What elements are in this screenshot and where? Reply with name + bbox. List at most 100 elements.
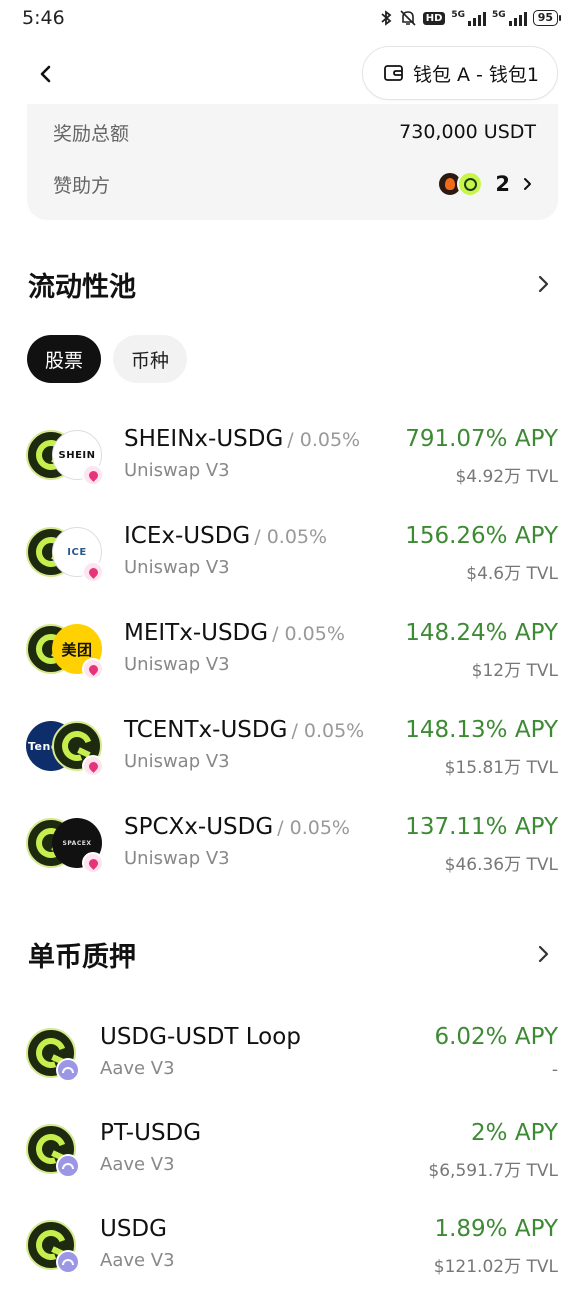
- pool-fee: / 0.05%: [272, 623, 345, 645]
- chevron-right-icon[interactable]: [532, 273, 554, 295]
- sponsor-summary[interactable]: 2: [437, 171, 536, 197]
- pool-row[interactable]: SHEIN SHEINx-USDG/ 0.05% Uniswap V3 791.…: [26, 426, 558, 498]
- stake-apy: 6.02% APY: [434, 1024, 558, 1050]
- stake-protocol: Aave V3: [100, 1250, 175, 1271]
- uniswap-badge-icon: [82, 755, 104, 777]
- pool-fee: / 0.05%: [277, 817, 350, 839]
- tab-stocks[interactable]: 股票: [27, 335, 102, 383]
- pool-row[interactable]: SPACEX SPCXx-USDG/ 0.05% Uniswap V3 137.…: [26, 814, 558, 886]
- sponsor-label: 赞助方: [53, 174, 111, 197]
- hd-badge: HD: [422, 11, 446, 25]
- reward-total-value: 730,000 USDT: [399, 121, 536, 143]
- section-title: 单币质押: [28, 941, 136, 973]
- liquidity-section-header[interactable]: 流动性池: [28, 262, 554, 306]
- pool-protocol: Uniswap V3: [124, 460, 230, 481]
- pool-apy: 148.13% APY: [405, 717, 558, 743]
- uniswap-badge-icon: [82, 464, 104, 486]
- pair-icons: 美团: [26, 624, 106, 682]
- pool-protocol: Uniswap V3: [124, 751, 230, 772]
- pool-tvl: $15.81万 TVL: [444, 758, 558, 778]
- pool-apy: 791.07% APY: [405, 426, 558, 452]
- pool-apy: 137.11% APY: [405, 814, 558, 840]
- mute-bell-icon: [400, 10, 416, 26]
- pool-name: SPCXx-USDG/ 0.05%: [124, 814, 350, 840]
- wallet-selector-button[interactable]: 钱包 A - 钱包1: [361, 46, 558, 100]
- section-title: 流动性池: [28, 271, 136, 303]
- aave-badge-icon: [56, 1058, 80, 1082]
- stake-row[interactable]: PT-USDG Aave V3 2% APY $6,591.7万 TVL: [26, 1120, 558, 1192]
- pair-icons: SHEIN: [26, 430, 106, 488]
- pool-tvl: $4.92万 TVL: [455, 467, 558, 487]
- pool-fee: / 0.05%: [254, 526, 328, 548]
- tab-coins[interactable]: 币种: [113, 335, 188, 383]
- stake-name: PT-USDG: [100, 1120, 202, 1146]
- stake-tvl: $121.02万 TVL: [433, 1257, 558, 1277]
- status-bar: 5:46 HD 5G 5G 95: [0, 0, 576, 36]
- pool-pair: SHEINx-USDG: [124, 426, 284, 452]
- pool-apy: 148.24% APY: [405, 620, 558, 646]
- pool-pair: ICEx-USDG: [124, 523, 251, 549]
- wallet-label: 钱包 A - 钱包1: [412, 63, 539, 86]
- battery-icon: 95: [532, 10, 562, 26]
- status-time: 5:46: [22, 7, 65, 29]
- stake-row[interactable]: USDG Aave V3 1.89% APY $121.02万 TVL: [26, 1216, 558, 1288]
- stake-name: USDG-USDT Loop: [100, 1024, 301, 1050]
- sponsor-avatars: [437, 171, 484, 197]
- aave-badge-icon: [56, 1250, 80, 1274]
- uniswap-badge-icon: [82, 561, 104, 583]
- chevron-right-icon: [524, 178, 531, 190]
- pair-icons: Tenc: [26, 721, 106, 779]
- stake-row[interactable]: USDG-USDT Loop Aave V3 6.02% APY -: [26, 1024, 558, 1096]
- signal-icon: 5G: [451, 10, 487, 26]
- pool-fee: / 0.05%: [291, 720, 365, 742]
- stake-tvl: -: [551, 1060, 558, 1080]
- pool-name: MEITx-USDG/ 0.05%: [124, 620, 345, 646]
- sponsor-avatar: [457, 171, 484, 197]
- pair-icons: SPACEX: [26, 818, 106, 876]
- bluetooth-icon: [381, 10, 392, 26]
- staking-section-header[interactable]: 单币质押: [28, 932, 554, 976]
- stake-protocol: Aave V3: [100, 1058, 175, 1079]
- stake-apy: 1.89% APY: [434, 1216, 558, 1242]
- stake-tvl: $6,591.7万 TVL: [428, 1161, 558, 1181]
- pool-pair: SPCXx-USDG: [124, 814, 274, 840]
- pool-pair: MEITx-USDG: [124, 620, 269, 646]
- pair-icons: ICE: [26, 527, 106, 585]
- wallet-icon: [384, 65, 403, 81]
- pool-protocol: Uniswap V3: [124, 848, 230, 869]
- signal-icon-2: 5G: [492, 10, 527, 26]
- sponsor-count: 2: [495, 172, 510, 196]
- pool-tvl: $46.36万 TVL: [444, 855, 558, 875]
- uniswap-badge-icon: [82, 658, 104, 680]
- back-button[interactable]: [28, 54, 64, 94]
- reward-total-label: 奖励总额: [53, 122, 130, 145]
- reward-info-card: 奖励总额 730,000 USDT 赞助方 2: [27, 104, 558, 220]
- pool-name: TCENTx-USDG/ 0.05%: [124, 717, 364, 743]
- network-label-1: 5G: [451, 10, 466, 20]
- pool-tvl: $12万 TVL: [471, 661, 558, 681]
- uniswap-badge-icon: [82, 852, 104, 874]
- pool-protocol: Uniswap V3: [124, 654, 230, 675]
- pool-pair: TCENTx-USDG: [124, 717, 288, 743]
- pool-filter-tabs: 股票 币种: [27, 335, 188, 383]
- pool-row[interactable]: Tenc TCENTx-USDG/ 0.05% Uniswap V3 148.1…: [26, 717, 558, 789]
- network-label-2: 5G: [492, 10, 506, 20]
- top-header: 钱包 A - 钱包1: [0, 44, 576, 104]
- chevron-right-icon[interactable]: [532, 943, 554, 965]
- stake-name: USDG: [100, 1216, 167, 1242]
- pool-name: SHEINx-USDG/ 0.05%: [124, 426, 360, 452]
- chevron-left-icon: [40, 65, 51, 83]
- pool-protocol: Uniswap V3: [124, 557, 230, 578]
- reward-total-row: 奖励总额 730,000 USDT: [53, 112, 536, 152]
- stake-protocol: Aave V3: [100, 1154, 175, 1175]
- aave-badge-icon: [56, 1154, 80, 1178]
- pool-row[interactable]: 美团 MEITx-USDG/ 0.05% Uniswap V3 148.24% …: [26, 620, 558, 692]
- sponsor-row[interactable]: 赞助方 2: [53, 162, 536, 206]
- stake-apy: 2% APY: [471, 1120, 558, 1146]
- pool-tvl: $4.6万 TVL: [466, 564, 558, 584]
- pool-row[interactable]: ICE ICEx-USDG/ 0.05% Uniswap V3 156.26% …: [26, 523, 558, 595]
- pool-fee: / 0.05%: [287, 429, 361, 451]
- pool-name: ICEx-USDG/ 0.05%: [124, 523, 327, 549]
- pool-apy: 156.26% APY: [405, 523, 558, 549]
- status-icons: HD 5G 5G 95: [379, 9, 562, 27]
